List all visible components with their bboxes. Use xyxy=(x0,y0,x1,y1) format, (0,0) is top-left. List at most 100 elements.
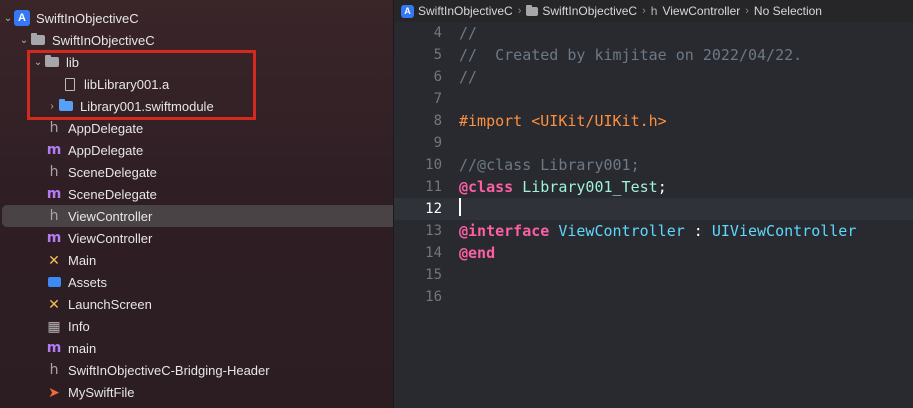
code-text: // xyxy=(459,24,477,42)
navigator-item-label: Info xyxy=(68,318,90,334)
navigator-file-item[interactable]: m SceneDelegate xyxy=(2,183,393,205)
objc-file-icon: m xyxy=(46,340,62,356)
jumpbar-group[interactable]: SwiftInObjectiveC xyxy=(542,4,637,18)
plist-icon: ▦ xyxy=(47,317,61,334)
navigator-file-item[interactable]: m main xyxy=(2,337,393,359)
folder-icon xyxy=(30,32,46,48)
xcode-project-icon: A xyxy=(401,4,414,18)
navigator-item-label: AppDelegate xyxy=(68,120,144,136)
code-line[interactable]: 12 xyxy=(394,198,913,220)
assets-icon xyxy=(46,274,62,290)
line-number: 15 xyxy=(425,267,442,283)
code-line[interactable]: 9 xyxy=(394,132,913,154)
code-token: @interface xyxy=(459,222,550,240)
code-text: #import <UIKit/UIKit.h> xyxy=(459,112,667,130)
code-line[interactable]: 15 xyxy=(394,264,913,286)
code-token: @end xyxy=(459,244,496,262)
navigator-file-item[interactable]: h ViewController xyxy=(2,205,393,227)
line-number: 5 xyxy=(433,47,442,63)
header-file-icon: h xyxy=(650,4,658,18)
storyboard-icon: ✕ xyxy=(48,251,60,268)
navigator-item-project[interactable]: ⌄ A SwiftInObjectiveC xyxy=(2,7,383,29)
code-token: // Created by kimjitae on 2022/04/22. xyxy=(459,46,803,64)
line-number: 13 xyxy=(425,223,442,239)
navigator-file-item[interactable]: ✕ Main xyxy=(2,249,393,271)
code-text: // Created by kimjitae on 2022/04/22. xyxy=(459,46,802,64)
code-token: // xyxy=(459,68,478,86)
code-text xyxy=(459,198,461,220)
xcode-project-icon: A xyxy=(14,10,30,26)
source-editor[interactable]: A SwiftInObjectiveC › SwiftInObjectiveC … xyxy=(394,0,913,408)
navigator-item-label: main xyxy=(68,340,97,356)
objc-file-icon: m xyxy=(46,230,62,246)
code-line[interactable]: 13 @interface ViewController : UIViewCont… xyxy=(394,220,913,242)
objc-file-icon: m xyxy=(46,186,62,202)
line-number: 11 xyxy=(425,179,442,195)
navigator-file-item[interactable]: m AppDelegate xyxy=(2,139,393,161)
code-token: //@class Library001; xyxy=(459,156,640,174)
line-number: 14 xyxy=(425,245,442,261)
navigator-item-label: SwiftInObjectiveC xyxy=(36,10,139,26)
jumpbar-selection[interactable]: No Selection xyxy=(754,4,822,18)
code-line[interactable]: 6 // xyxy=(394,66,913,88)
chevron-down-icon[interactable]: ⌄ xyxy=(2,13,14,24)
line-number: 7 xyxy=(433,91,442,107)
code-line[interactable]: 11 @class Library001_Test; xyxy=(394,176,913,198)
navigator-file-item[interactable]: ✕ LaunchScreen xyxy=(2,293,393,315)
navigator-file-item[interactable]: m ViewController xyxy=(2,227,393,249)
header-file-icon: h xyxy=(49,362,59,378)
navigator-item-label: SwiftInObjectiveC xyxy=(52,32,155,48)
header-file-icon: h xyxy=(49,164,59,180)
text-cursor xyxy=(459,198,461,216)
navigator-file-item[interactable]: h SceneDelegate xyxy=(2,161,393,183)
header-file-icon: h xyxy=(49,120,59,136)
storyboard-icon: ✕ xyxy=(48,295,60,312)
code-token: #import <UIKit/UIKit.h> xyxy=(459,112,667,130)
code-text: //@class Library001; xyxy=(459,156,640,174)
code-line[interactable]: 8 #import <UIKit/UIKit.h> xyxy=(394,110,913,132)
code-text: @class Library001_Test; xyxy=(459,178,667,196)
jumpbar-file[interactable]: ViewController xyxy=(662,4,740,18)
navigator-item-label: SwiftInObjectiveC-Bridging-Header xyxy=(68,362,270,378)
code-token: : xyxy=(684,222,712,240)
navigator-file-item[interactable]: ➤ MySwiftFile xyxy=(2,381,393,403)
jumpbar-project[interactable]: SwiftInObjectiveC xyxy=(418,4,513,18)
navigator-file-item[interactable]: h SwiftInObjectiveC-Bridging-Header xyxy=(2,359,393,381)
header-file-icon: h xyxy=(49,208,59,224)
code-line[interactable]: 7 xyxy=(394,88,913,110)
code-line[interactable]: 14 @end xyxy=(394,242,913,264)
line-number: 10 xyxy=(425,157,442,173)
code-token: ViewController xyxy=(558,222,685,240)
code-token: Library001_Test xyxy=(522,178,658,196)
project-navigator: ⌄ A SwiftInObjectiveC ⌄ SwiftInObjective… xyxy=(0,0,394,408)
navigator-item-group[interactable]: ⌄ SwiftInObjectiveC xyxy=(2,29,393,51)
chevron-right-icon: › xyxy=(517,5,522,17)
navigator-item-label: AppDelegate xyxy=(68,142,144,158)
jump-bar: A SwiftInObjectiveC › SwiftInObjectiveC … xyxy=(394,0,913,22)
navigator-item-label: SceneDelegate xyxy=(68,186,157,202)
swift-icon: ➤ xyxy=(48,383,60,400)
objc-file-icon: m xyxy=(46,142,62,158)
navigator-item-label: LaunchScreen xyxy=(68,296,152,312)
line-number: 12 xyxy=(425,201,442,217)
navigator-file-item[interactable]: Assets xyxy=(2,271,393,293)
navigator-file-item[interactable]: h AppDelegate xyxy=(2,117,393,139)
navigator-item-label: Main xyxy=(68,252,97,268)
code-token: ; xyxy=(657,178,667,196)
code-text: @end xyxy=(459,244,495,262)
code-line[interactable]: 4 // xyxy=(394,22,913,44)
line-number: 9 xyxy=(433,135,442,151)
code-line[interactable]: 16 xyxy=(394,286,913,308)
code-token: @class xyxy=(459,178,514,196)
code-token: UIViewController xyxy=(711,222,857,240)
navigator-file-item[interactable]: ▦ Info xyxy=(2,315,393,337)
chevron-right-icon: › xyxy=(642,5,646,17)
annotation-highlight-box xyxy=(27,50,256,120)
code-text: // xyxy=(459,68,477,86)
navigator-item-label: ViewController xyxy=(68,230,153,246)
code-line[interactable]: 10 //@class Library001; xyxy=(394,154,913,176)
line-number: 6 xyxy=(433,69,442,85)
chevron-down-icon[interactable]: ⌄ xyxy=(18,35,30,46)
code-line[interactable]: 5 // Created by kimjitae on 2022/04/22. xyxy=(394,44,913,66)
